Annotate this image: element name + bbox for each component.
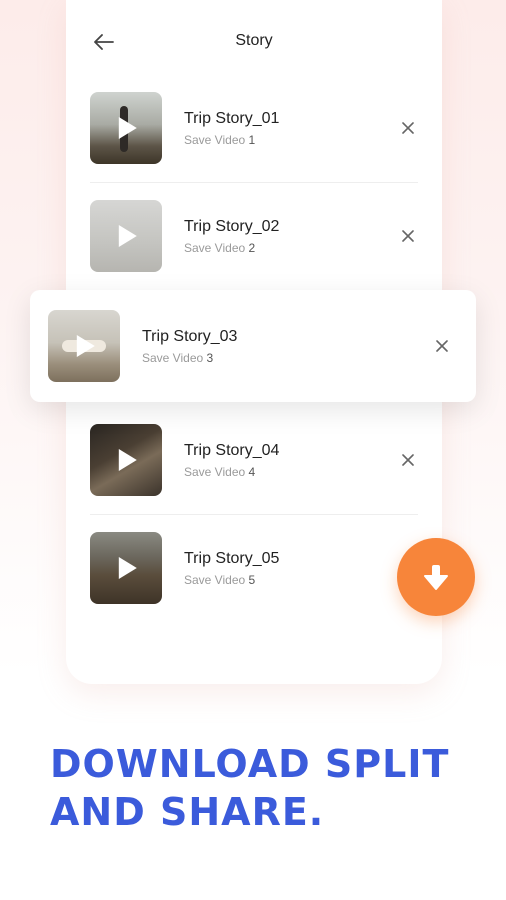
play-icon [118,117,137,139]
close-icon [402,122,414,134]
play-icon [118,557,137,579]
item-subtitle: Save Video 4 [184,465,256,479]
divider [90,182,418,183]
close-icon [402,454,414,466]
item-title: Trip Story_02 [184,218,280,235]
divider [90,514,418,515]
video-thumbnail[interactable] [90,424,162,496]
item-title: Trip Story_01 [184,110,280,127]
item-title: Trip Story_05 [184,550,280,567]
download-button[interactable] [397,538,475,616]
video-thumbnail[interactable] [90,92,162,164]
item-subtitle: Save Video 1 [184,133,256,147]
list-item[interactable]: Trip Story_02 Save Video 2 [90,200,418,272]
play-icon [76,335,95,357]
item-subtitle: Save Video 2 [184,241,256,255]
header: Story [66,22,442,62]
video-thumbnail[interactable] [48,310,120,382]
promo-headline: DOWNLOAD SPLIT AND SHARE. [50,740,490,836]
close-icon [436,340,448,352]
video-thumbnail[interactable] [90,200,162,272]
remove-button[interactable] [398,226,418,246]
play-icon [118,225,137,247]
headline-line-1: DOWNLOAD SPLIT [50,742,450,786]
item-title: Trip Story_03 [142,328,238,345]
list-item-highlighted[interactable]: Trip Story_03 Save Video 3 [30,290,476,402]
list-item[interactable]: Trip Story_01 Save Video 1 [90,92,418,164]
remove-button[interactable] [398,450,418,470]
item-title: Trip Story_04 [184,442,280,459]
download-arrow-icon [424,565,448,590]
headline-line-2: AND SHARE. [50,790,325,834]
close-icon [402,230,414,242]
list-item[interactable]: Trip Story_04 Save Video 4 [90,424,418,496]
item-subtitle: Save Video 5 [184,573,256,587]
item-subtitle: Save Video 3 [142,351,214,365]
list-item[interactable]: Trip Story_05 Save Video 5 [90,532,418,604]
list-item[interactable]: Trip Story_03 Save Video 3 [48,310,452,382]
video-thumbnail[interactable] [90,532,162,604]
play-icon [118,449,137,471]
page-title: Story [235,32,273,49]
remove-button[interactable] [398,118,418,138]
remove-button[interactable] [432,336,452,356]
